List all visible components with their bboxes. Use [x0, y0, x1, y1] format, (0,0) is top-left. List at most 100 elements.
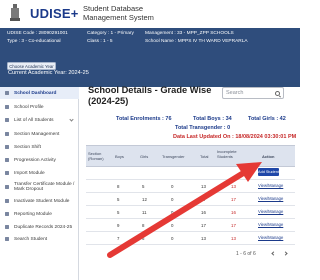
- sidebar-item-label: Search Student: [14, 236, 48, 242]
- sidebar-item-icon: [5, 199, 9, 203]
- total-girls: Total Girls : 42: [248, 116, 286, 122]
- cell-girls: 6: [142, 236, 145, 241]
- col-total: Total: [200, 154, 209, 159]
- subtitle-line-2: Management System: [83, 13, 154, 22]
- cell-total: 13: [201, 184, 206, 189]
- sidebar-item-label: Transfer Certificate Module / Mark Dropo…: [14, 181, 75, 192]
- cell-boys: 5: [117, 197, 120, 202]
- cell-total: 17: [201, 223, 206, 228]
- sidebar-item-icon: [5, 225, 9, 229]
- col-incomplete: Incomplete Students: [217, 149, 237, 159]
- sidebar-item-5[interactable]: Progression Activity: [0, 154, 79, 166]
- school-type: Type : 3 - Co-educational: [7, 39, 61, 44]
- sidebar-item-8[interactable]: Inactivate Student Module: [0, 195, 79, 207]
- view-manage-link[interactable]: View/Manage: [258, 196, 283, 201]
- table-row: 5 11 0 16 16 View/Manage: [86, 206, 295, 219]
- search-input[interactable]: Search: [222, 87, 284, 99]
- school-name: School Name : MPPS IV TH WARD VEPRARLA: [145, 39, 248, 44]
- current-academic-year: Current Academic Year: 2024-25: [0, 70, 300, 82]
- sidebar-item-label: School Profile: [14, 104, 44, 110]
- cell-incomplete: 17: [231, 223, 236, 228]
- pager-next-icon[interactable]: [283, 251, 288, 256]
- table-row: 8 5 0 13 13 View/Manage: [86, 180, 295, 193]
- cell-girls: 11: [142, 210, 147, 215]
- search-placeholder: Search: [226, 90, 244, 96]
- cell-transgender: 0: [171, 197, 174, 202]
- table-row: 9 8 0 17 17 View/Manage: [86, 219, 295, 232]
- table-row: 7 6 0 13 13 View/Manage: [86, 232, 295, 245]
- view-manage-link[interactable]: View/Manage: [258, 222, 283, 227]
- sidebar-item-label: Section Shift: [14, 144, 41, 150]
- cell-total: 16: [201, 210, 206, 215]
- cell-transgender: 0: [171, 223, 174, 228]
- sidebar-item-3[interactable]: Section Management: [0, 128, 79, 140]
- school-category: Category : 1 - Primary: [87, 31, 134, 36]
- sidebar-item-11[interactable]: Search Student: [0, 233, 79, 245]
- sidebar-item-label: Import Module: [14, 170, 45, 176]
- table-header: Section (Roman) Boys Girls Transgender T…: [86, 145, 295, 167]
- col-section: Section (Roman): [88, 151, 104, 161]
- sidebar-item-icon: [5, 171, 9, 175]
- sidebar-item-icon: [5, 237, 9, 241]
- sidebar-item-9[interactable]: Reporting Module: [0, 208, 79, 220]
- cell-transgender: 0: [171, 184, 174, 189]
- cell-girls: 8: [142, 223, 145, 228]
- total-enrolments: Total Enrolments : 76: [116, 116, 172, 122]
- pager-prev-icon[interactable]: [271, 251, 276, 256]
- cell-incomplete: 13: [231, 236, 236, 241]
- sidebar-item-icon: [5, 91, 9, 95]
- add-student-button[interactable]: Add Student: [258, 168, 279, 176]
- sidebar-item-icon: [5, 212, 9, 216]
- page-title: School Details - Grade Wise (2024-25): [88, 85, 212, 106]
- school-class: Class : 1 - 5: [87, 39, 113, 44]
- col-action: Action: [262, 154, 275, 159]
- sidebar-item-1[interactable]: School Profile: [0, 101, 79, 113]
- cell-girls: 12: [142, 197, 147, 202]
- sidebar-item-icon: [5, 132, 9, 136]
- brand-logo: UDISE+: [30, 6, 79, 21]
- sidebar-item-icon: [5, 105, 9, 109]
- cell-transgender: 0: [171, 236, 174, 241]
- cell-boys: 5: [117, 210, 120, 215]
- sidebar-item-4[interactable]: Section Shift: [0, 141, 79, 153]
- cell-total: 13: [201, 236, 206, 241]
- cell-boys: 9: [117, 223, 120, 228]
- choose-academic-year-button[interactable]: Choose Academic Year: [7, 62, 56, 70]
- school-management: Management : 33 - MPP_ZPP SCHOOLS: [145, 31, 234, 36]
- col-girls: Girls: [140, 154, 149, 159]
- national-emblem-icon: [10, 4, 20, 21]
- last-updated-timestamp: Data Last Updated On : 18/08/2024 03:30:…: [173, 134, 297, 140]
- table-row: 5 12 0 17 17 View/Manage: [86, 193, 295, 206]
- view-manage-link[interactable]: View/Manage: [258, 209, 283, 214]
- cell-incomplete: 13: [231, 184, 236, 189]
- sidebar-item-label: Duplicate Records 2024-25: [14, 224, 73, 230]
- sidebar-item-label: Inactivate Student Module: [14, 198, 70, 204]
- cell-incomplete: 16: [231, 210, 236, 215]
- sidebar-item-2[interactable]: List of All Students: [0, 114, 79, 126]
- cell-boys: 7: [117, 236, 120, 241]
- sidebar-item-label: Section Management: [14, 131, 60, 137]
- cell-boys: 8: [117, 184, 120, 189]
- sidebar-item-icon: [5, 118, 9, 122]
- sidebar-item-icon: [5, 145, 9, 149]
- cell-total: 17: [201, 197, 206, 202]
- view-manage-link[interactable]: View/Manage: [258, 235, 283, 240]
- cell-transgender: 0: [171, 210, 174, 215]
- sidebar-item-label: Progression Activity: [14, 157, 56, 163]
- sidebar-nav: School Dashboard School Profile List of Al…: [0, 87, 79, 280]
- sidebar-item-10[interactable]: Duplicate Records 2024-25: [0, 221, 79, 233]
- sidebar-item-label: Reporting Module: [14, 211, 52, 217]
- sidebar-item-0[interactable]: School Dashboard: [0, 87, 79, 99]
- brand-subtitle: Student Database Management System: [83, 4, 154, 22]
- sidebar-item-6[interactable]: Import Module: [0, 167, 79, 179]
- sidebar-item-7[interactable]: Transfer Certificate Module / Mark Dropo…: [0, 179, 79, 194]
- sidebar-item-icon: [5, 158, 9, 162]
- sidebar-item-label: School Dashboard: [14, 90, 57, 96]
- cell-girls: 5: [142, 184, 145, 189]
- udise-code: UDISE Code : 28090291001: [7, 31, 68, 36]
- total-transgender: Total Transgender : 0: [175, 125, 231, 131]
- sidebar-item-label: List of All Students: [14, 117, 54, 123]
- col-transgender: Transgender: [162, 154, 185, 159]
- view-manage-link[interactable]: View/Manage: [258, 183, 283, 188]
- search-icon[interactable]: [275, 91, 280, 96]
